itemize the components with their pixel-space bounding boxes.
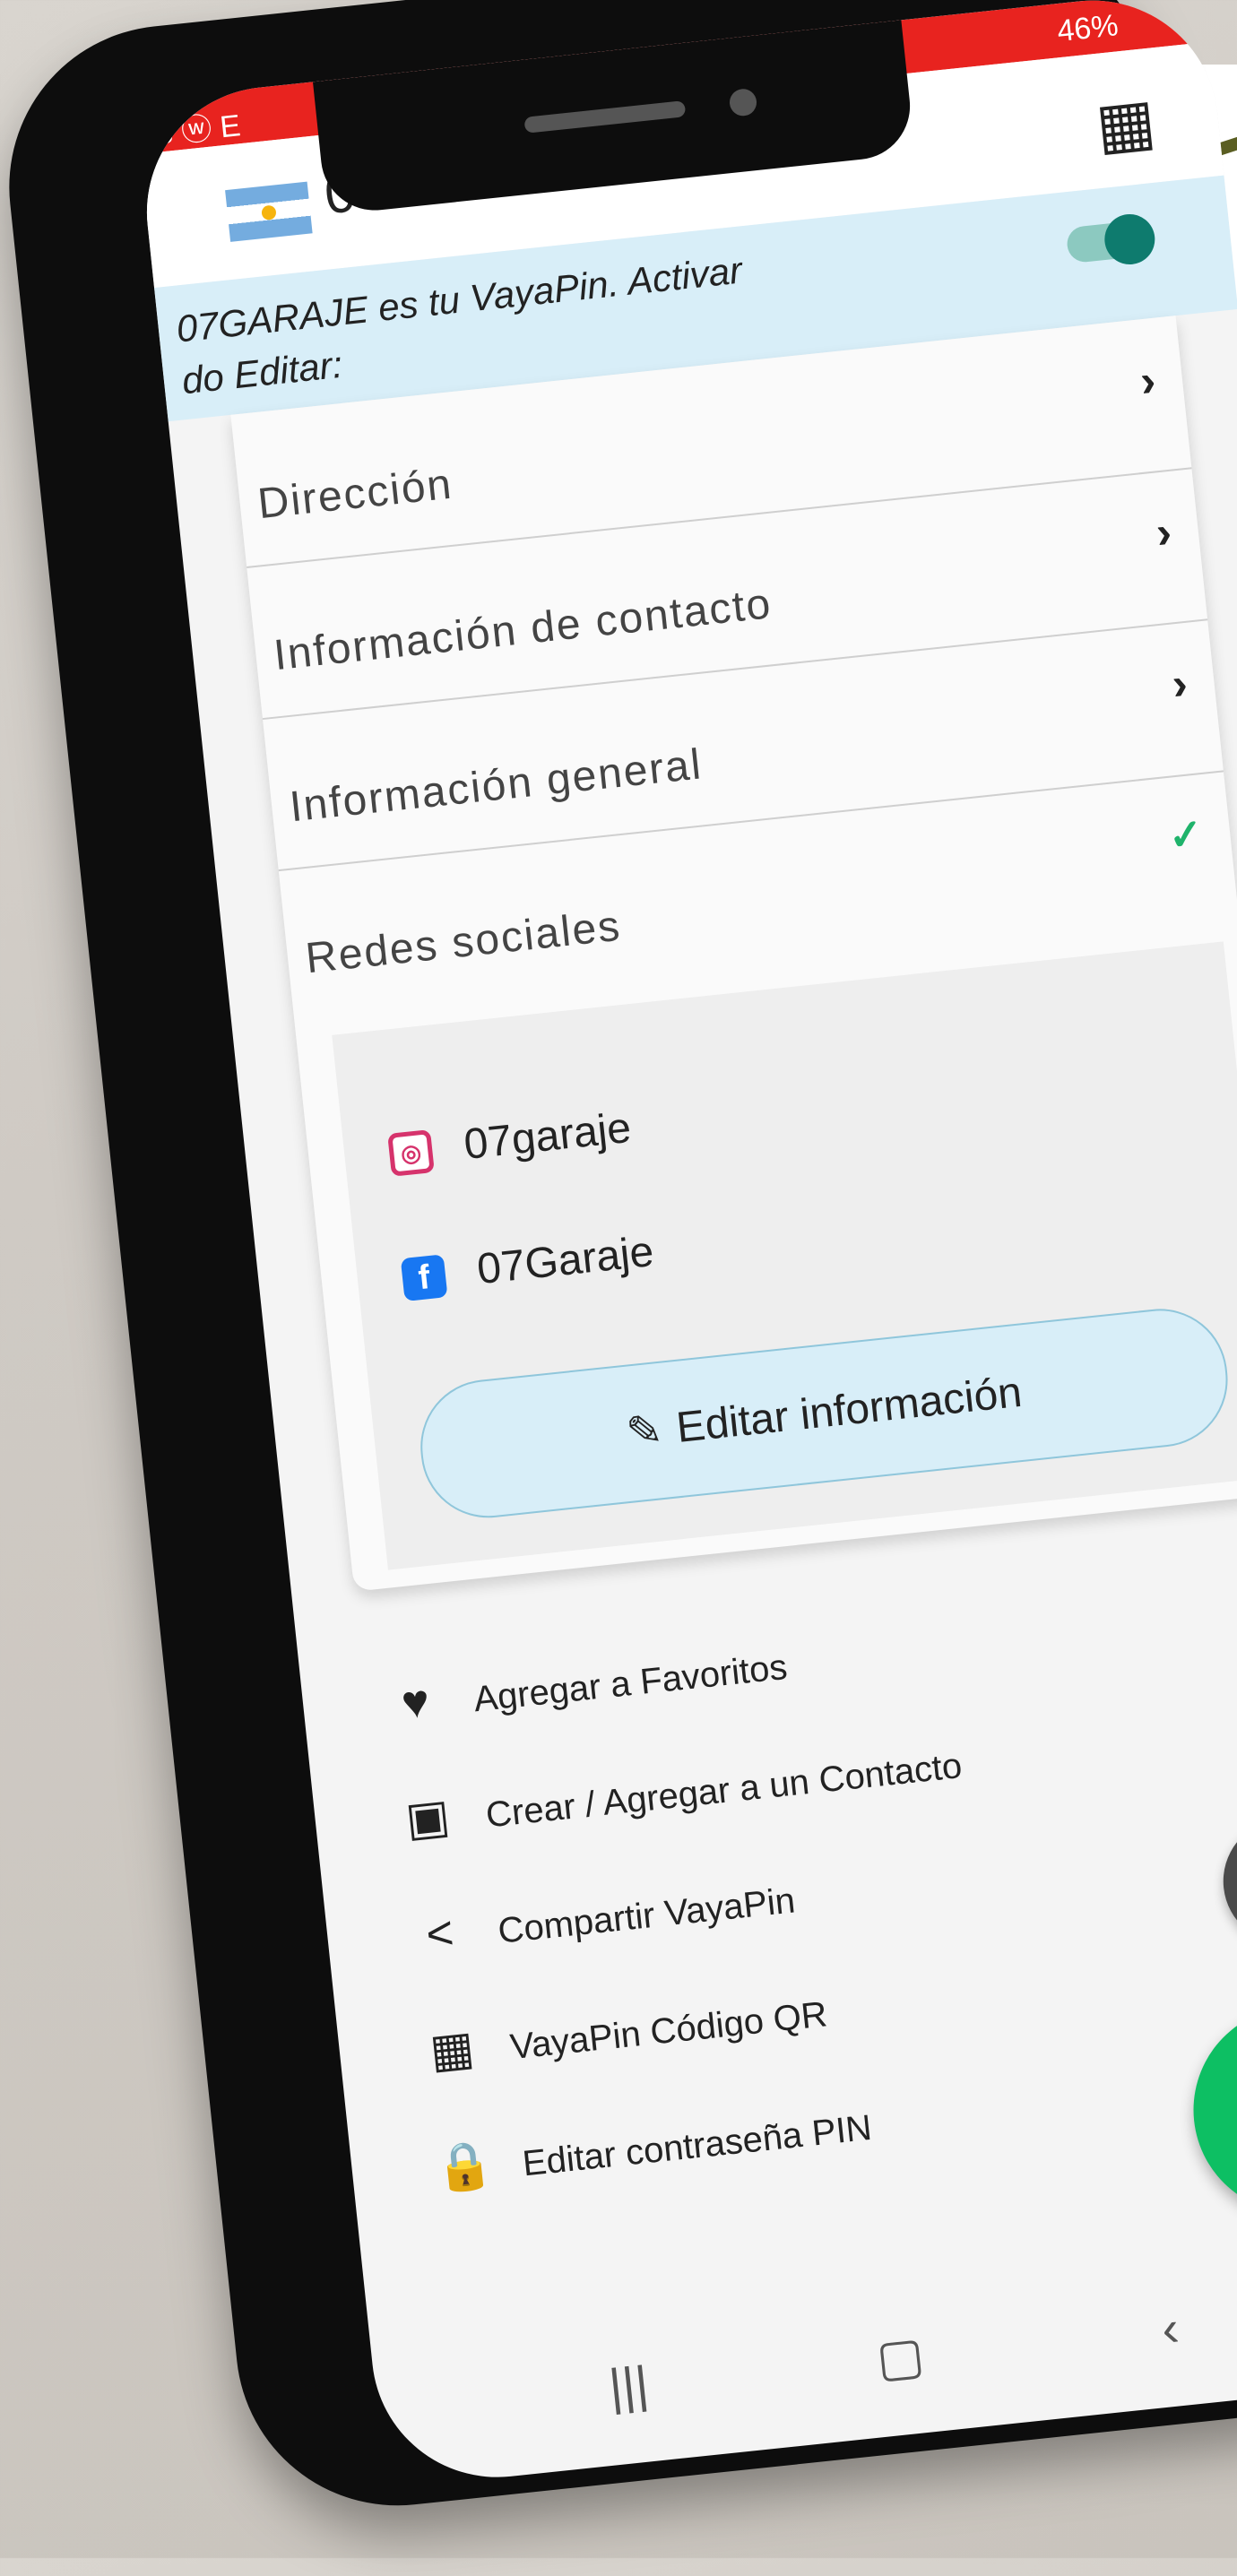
qr-code-icon: ▦ bbox=[427, 2021, 477, 2079]
share-fab[interactable]: < bbox=[1216, 1811, 1237, 1950]
edit-button-label: Editar información bbox=[674, 1368, 1025, 1452]
instagram-handle: 07garaje bbox=[462, 1103, 634, 1170]
lock-icon: 🔒 bbox=[432, 2138, 497, 2196]
home-icon[interactable]: ▢ bbox=[874, 2325, 928, 2389]
facebook-handle: 07Garaje bbox=[474, 1227, 656, 1294]
status-battery: 46% bbox=[1055, 8, 1120, 49]
pencil-icon: ✎ bbox=[624, 1405, 665, 1457]
action-label: Crear / Agregar a un Contacto bbox=[483, 1746, 965, 1836]
argentina-flag-icon bbox=[225, 181, 313, 242]
menu-label: Información de contacto bbox=[271, 580, 774, 680]
chevron-right-icon: › bbox=[1154, 506, 1174, 558]
instagram-icon: ◎ bbox=[387, 1129, 435, 1178]
front-camera bbox=[728, 87, 758, 117]
recent-apps-icon[interactable]: ||| bbox=[606, 2354, 651, 2416]
chevron-right-icon: › bbox=[1138, 355, 1158, 407]
heart-icon: ♥ bbox=[399, 1674, 432, 1730]
social-item-instagram[interactable]: ◎ 07garaje bbox=[386, 1103, 633, 1178]
facebook-icon: f bbox=[400, 1254, 448, 1302]
menu-label: Redes sociales bbox=[303, 902, 624, 983]
action-label: Agregar a Favoritos bbox=[471, 1647, 790, 1720]
share-icon: < bbox=[423, 1906, 456, 1962]
menu-label: Información general bbox=[287, 740, 705, 832]
chevron-right-icon: › bbox=[1169, 658, 1190, 710]
menu-label: Dirección bbox=[255, 460, 455, 529]
speaker-grille bbox=[523, 100, 687, 134]
back-icon[interactable]: ‹ bbox=[1159, 2298, 1181, 2358]
action-compartir[interactable]: < Compartir VayaPin bbox=[406, 1827, 1214, 1965]
action-label: Editar contraseña PIN bbox=[520, 2107, 874, 2184]
action-qr[interactable]: ▦ VayaPin Código QR bbox=[418, 1942, 1225, 2080]
action-contacto[interactable]: ▣ Crear / Agregar a un Contacto bbox=[394, 1710, 1201, 1848]
edit-info-button[interactable]: ✎ Editar información bbox=[413, 1302, 1234, 1525]
info-panel: Dirección › Información de contacto › In… bbox=[230, 316, 1237, 1592]
android-nav-bar: ||| ▢ ‹ bbox=[370, 2235, 1237, 2472]
action-label: Compartir VayaPin bbox=[496, 1880, 798, 1951]
phone-body: 3 ⓦ E 46% 07GARAJE ▦ 07GARAJE es tu Vaya… bbox=[0, 0, 1237, 2522]
qr-code-icon[interactable]: ▦ bbox=[1093, 84, 1159, 163]
social-section: ◎ 07garaje f 07Garaje ✎ Editar información bbox=[332, 941, 1237, 1570]
check-icon: ✓ bbox=[1165, 809, 1206, 860]
action-favoritos[interactable]: ♥ Agregar a Favoritos bbox=[382, 1595, 1189, 1733]
phone-screen: 3 ⓦ E 46% 07GARAJE ▦ 07GARAJE es tu Vaya… bbox=[134, 0, 1237, 2490]
contact-card-icon: ▣ bbox=[402, 1790, 453, 1846]
phone-mockup: 3 ⓦ E 46% 07GARAJE ▦ 07GARAJE es tu Vaya… bbox=[0, 0, 1237, 2576]
action-pin[interactable]: 🔒 Editar contraseña PIN bbox=[430, 2058, 1237, 2197]
action-label: VayaPin Código QR bbox=[508, 1994, 829, 2068]
social-item-facebook[interactable]: f 07Garaje bbox=[400, 1227, 656, 1302]
